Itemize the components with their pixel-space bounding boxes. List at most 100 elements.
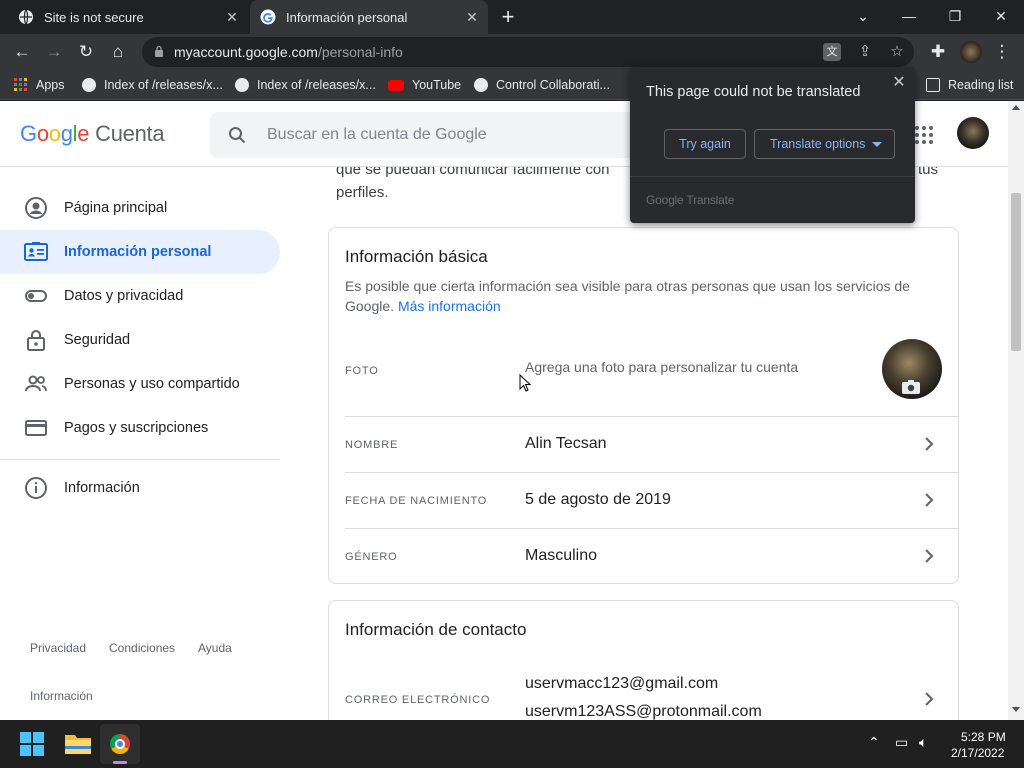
windows-start-icon[interactable]: [20, 732, 44, 756]
chevron-right-icon: [925, 549, 934, 563]
account-search-box[interactable]: Buscar en la cuenta de Google: [210, 112, 650, 158]
id-card-icon: [24, 242, 48, 261]
camera-icon[interactable]: [902, 380, 920, 394]
browser-toolbar: ← → ↻ ⌂ myaccount.google.com/personal-in…: [0, 34, 1024, 70]
forward-arrow-icon[interactable]: →: [42, 40, 66, 64]
footer-link-about[interactable]: Información: [30, 689, 93, 703]
bookmark-index-releases-2[interactable]: Index of /releases/x...: [235, 76, 376, 94]
sidebar-item-personal-info[interactable]: Información personal: [0, 230, 280, 274]
reading-list-icon: [926, 78, 940, 92]
bookmark-apps[interactable]: Apps: [14, 76, 65, 94]
reading-list[interactable]: Reading list: [926, 76, 1013, 94]
file-explorer-icon[interactable]: [65, 732, 91, 754]
clock-time[interactable]: 5:28 PM: [961, 730, 1006, 744]
url-path: /personal-info: [317, 44, 403, 60]
scroll-up-icon[interactable]: [1012, 105, 1020, 110]
active-app-indicator: [113, 761, 127, 764]
chevron-up-icon[interactable]: ⌃: [868, 734, 880, 751]
translate-options-label: Translate options: [770, 137, 866, 151]
row-label: NOMBRE: [345, 439, 399, 451]
try-again-button[interactable]: Try again: [664, 129, 746, 159]
logo-suffix: Cuenta: [95, 121, 165, 146]
google-translate-brand: Google Translate: [646, 193, 735, 207]
tab-informacion-personal[interactable]: Información personal ✕: [250, 0, 488, 34]
logo-letter: G: [20, 121, 37, 146]
card-title: Información básica: [345, 247, 488, 266]
bookmark-label: Control Collaborati...: [496, 78, 610, 92]
row-value: Alin Tecsan: [525, 435, 607, 452]
profile-avatar-icon[interactable]: [960, 41, 982, 63]
bookmark-label: Index of /releases/x...: [104, 78, 223, 92]
home-icon[interactable]: ⌂: [106, 40, 130, 64]
card-description: Es posible que cierta información sea vi…: [345, 276, 945, 316]
bookmark-index-releases-1[interactable]: Index of /releases/x...: [82, 76, 223, 94]
minimize-button[interactable]: —: [886, 0, 932, 34]
translate-options-button[interactable]: Translate options: [754, 129, 895, 159]
tab-search-icon[interactable]: ⌄: [840, 0, 886, 34]
restore-button[interactable]: ❐: [932, 0, 978, 34]
extensions-icon[interactable]: ✚: [926, 40, 950, 64]
account-avatar[interactable]: [957, 117, 989, 149]
footer-link-terms[interactable]: Condiciones: [109, 641, 175, 655]
lock-icon: [27, 330, 45, 351]
google-account-logo[interactable]: Google Cuenta: [20, 121, 165, 147]
sidebar-item-security[interactable]: Seguridad: [0, 318, 280, 362]
bookmark-star-icon[interactable]: ☆: [888, 43, 906, 61]
chrome-taskbar-button[interactable]: [100, 724, 140, 764]
sidebar-item-about[interactable]: Información: [0, 466, 280, 510]
row-label: CORREO ELECTRÓNICO: [345, 694, 491, 706]
row-label: GÉNERO: [345, 551, 398, 563]
row-name[interactable]: NOMBRE Alin Tecsan: [345, 416, 959, 472]
close-tab-icon[interactable]: ✕: [224, 9, 240, 25]
close-window-button[interactable]: ✕: [978, 0, 1024, 34]
globe-icon: [235, 78, 249, 92]
row-gender[interactable]: GÉNERO Masculino: [345, 528, 959, 584]
close-icon[interactable]: ✕: [891, 75, 907, 91]
search-icon: [229, 127, 246, 144]
menu-kebab-icon[interactable]: ⋮: [990, 40, 1014, 64]
volume-icon[interactable]: 🔈︎: [919, 734, 927, 751]
sidebar-item-people-sharing[interactable]: Personas y uso compartido: [0, 362, 280, 406]
bookmark-control-collaboration[interactable]: Control Collaborati...: [474, 76, 610, 94]
sidebar-item-payments[interactable]: Pagos y suscripciones: [0, 406, 280, 450]
row-label: FECHA DE NACIMIENTO: [345, 495, 488, 507]
bookmark-label: YouTube: [412, 78, 462, 92]
tab-title: Información personal: [286, 9, 408, 25]
sidebar-item-home[interactable]: Página principal: [0, 186, 280, 230]
google-apps-icon[interactable]: [914, 125, 934, 145]
row-email[interactable]: CORREO ELECTRÓNICO uservmacc123@gmail.co…: [345, 667, 959, 720]
logo-letter: e: [77, 121, 90, 146]
url-host: myaccount.google.com: [174, 44, 318, 60]
close-tab-icon[interactable]: ✕: [464, 9, 480, 25]
google-g-icon: [260, 9, 276, 25]
scroll-down-icon[interactable]: [1012, 707, 1020, 712]
search-placeholder: Buscar en la cuenta de Google: [267, 126, 487, 143]
clock-date[interactable]: 2/17/2022: [951, 746, 1004, 760]
reload-icon[interactable]: ↻: [74, 40, 98, 64]
network-icon[interactable]: ▭: [895, 734, 908, 751]
translate-popup: This page could not be translated ✕ Try …: [630, 67, 915, 223]
back-arrow-icon[interactable]: ←: [10, 40, 34, 64]
photo-hint: Agrega una foto para personalizar tu cue…: [525, 359, 799, 375]
tab-strip: Site is not secure ✕ Información persona…: [0, 0, 1024, 34]
card-title: Información de contacto: [345, 620, 527, 639]
apps-grid-icon: [14, 78, 27, 91]
bookmark-label: Reading list: [948, 78, 1014, 92]
sidebar-item-label: Página principal: [64, 200, 168, 216]
translate-icon[interactable]: 文: [823, 43, 841, 61]
address-bar[interactable]: myaccount.google.com/personal-info 文 ⇪ ☆: [142, 37, 914, 67]
share-icon[interactable]: ⇪: [856, 43, 874, 61]
translate-popup-title: This page could not be translated: [646, 84, 861, 100]
chevron-right-icon: [925, 493, 934, 507]
row-value: 5 de agosto de 2019: [525, 491, 671, 508]
youtube-icon: [388, 79, 404, 91]
scroll-thumb[interactable]: [1011, 193, 1021, 351]
sidebar-item-data-privacy[interactable]: Datos y privacidad: [0, 274, 280, 318]
more-info-link[interactable]: Más información: [398, 298, 501, 314]
bookmark-youtube[interactable]: YouTube: [388, 76, 461, 94]
new-tab-button[interactable]: +: [496, 6, 520, 28]
row-birthday[interactable]: FECHA DE NACIMIENTO 5 de agosto de 2019: [345, 472, 959, 528]
tab-site-not-secure[interactable]: Site is not secure ✕: [8, 0, 248, 34]
footer-link-help[interactable]: Ayuda: [198, 641, 232, 655]
footer-link-privacy[interactable]: Privacidad: [30, 641, 86, 655]
